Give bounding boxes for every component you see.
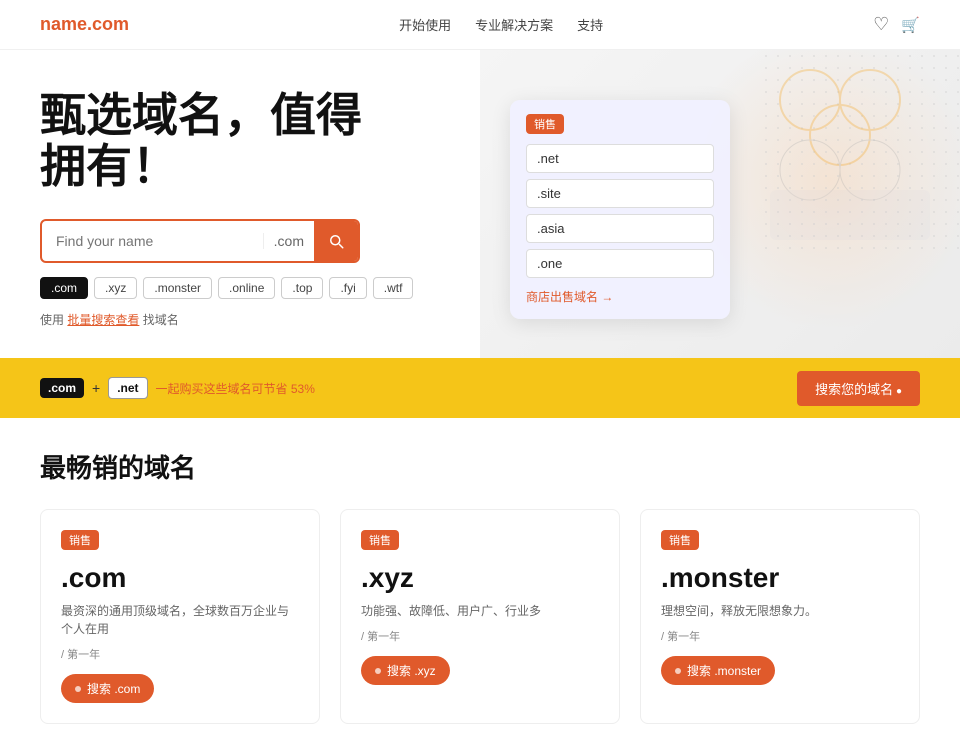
btn-dot-com (75, 686, 81, 692)
popular-section: 最畅销的域名 销售 .com 最资深的通用顶级域名，全球数百万企业与个人在用 /… (0, 418, 960, 754)
logo-tld: .com (87, 14, 129, 34)
card-monster: 销售 .monster 理想空间，释放无限想象力。 / 第一年 搜索 .mons… (640, 509, 920, 724)
card-year-xyz: / 第一年 (361, 628, 599, 644)
nav-icons: ♡ 🛒 (873, 14, 920, 35)
navbar: name.com 开始使用 专业解决方案 支持 ♡ 🛒 (0, 0, 960, 50)
badge-com: .com (40, 378, 84, 398)
logo[interactable]: name.com (40, 14, 129, 35)
hero-title: 甄选域名，值得 拥有！ (40, 90, 920, 191)
card-badge-monster: 销售 (661, 530, 699, 550)
tld-tag-com[interactable]: .com (40, 277, 88, 299)
tld-tag-top[interactable]: .top (281, 277, 323, 299)
card-year-monster: / 第一年 (661, 628, 899, 644)
card-com: 销售 .com 最资深的通用顶级域名，全球数百万企业与个人在用 / 第一年 搜索… (40, 509, 320, 724)
plus-sign: + (92, 380, 100, 396)
wishlist-icon[interactable]: ♡ (873, 14, 889, 35)
tld-tag-xyz[interactable]: .xyz (94, 277, 137, 299)
nav-links: 开始使用 专业解决方案 支持 (399, 15, 603, 34)
nav-link-support[interactable]: 支持 (577, 15, 603, 34)
bulk-search-anchor[interactable]: 批量搜索查看 (67, 313, 139, 327)
hero-section: 甄选域名，值得 拥有！ .com .com .xyz .monster .onl… (0, 50, 960, 358)
tld-display: .com (263, 233, 314, 249)
btn-dot-xyz (375, 668, 381, 674)
tld-tags: .com .xyz .monster .online .top .fyi .wt… (40, 277, 920, 299)
logo-text: name (40, 14, 87, 34)
nav-link-start[interactable]: 开始使用 (399, 15, 451, 34)
card-btn-com[interactable]: 搜索 .com (61, 674, 154, 703)
card-tld-xyz: .xyz (361, 562, 599, 594)
card-desc-monster: 理想空间，释放无限想象力。 (661, 602, 899, 620)
card-tld-monster: .monster (661, 562, 899, 594)
search-bar: .com (40, 219, 360, 263)
domain-cards-row: 销售 .com 最资深的通用顶级域名，全球数百万企业与个人在用 / 第一年 搜索… (40, 509, 920, 724)
card-btn-monster[interactable]: 搜索 .monster (661, 656, 775, 685)
cart-icon[interactable]: 🛒 (901, 16, 920, 34)
search-button[interactable] (314, 219, 358, 263)
search-domain-button[interactable]: 搜索您的域名 (797, 371, 920, 406)
search-icon (327, 232, 345, 250)
search-input[interactable] (42, 233, 263, 249)
card-desc-xyz: 功能强、故障低、用户广、行业多 (361, 602, 599, 620)
bulk-search-link: 使用 批量搜索查看 找域名 (40, 311, 920, 328)
card-btn-xyz[interactable]: 搜索 .xyz (361, 656, 450, 685)
tld-tag-online[interactable]: .online (218, 277, 275, 299)
btn-dot-monster (675, 668, 681, 674)
hero-left: 甄选域名，值得 拥有！ .com .com .xyz .monster .onl… (40, 90, 920, 328)
section-title: 最畅销的域名 (40, 448, 920, 485)
nav-link-pro[interactable]: 专业解决方案 (475, 15, 553, 34)
banner-info: .com + .net 一起购买这些域名可节省 53% (40, 377, 315, 399)
tld-tag-wtf[interactable]: .wtf (373, 277, 414, 299)
card-badge-xyz: 销售 (361, 530, 399, 550)
tld-tag-monster[interactable]: .monster (143, 277, 212, 299)
card-tld-com: .com (61, 562, 299, 594)
card-xyz: 销售 .xyz 功能强、故障低、用户广、行业多 / 第一年 搜索 .xyz (340, 509, 620, 724)
card-desc-com: 最资深的通用顶级域名，全球数百万企业与个人在用 (61, 602, 299, 638)
discount-note: 一起购买这些域名可节省 53% (156, 380, 315, 397)
tld-tag-fyi[interactable]: .fyi (329, 277, 366, 299)
card-year-com: / 第一年 (61, 646, 299, 662)
badge-net: .net (108, 377, 147, 399)
card-badge-com: 销售 (61, 530, 99, 550)
promo-banner: .com + .net 一起购买这些域名可节省 53% 搜索您的域名 (0, 358, 960, 418)
